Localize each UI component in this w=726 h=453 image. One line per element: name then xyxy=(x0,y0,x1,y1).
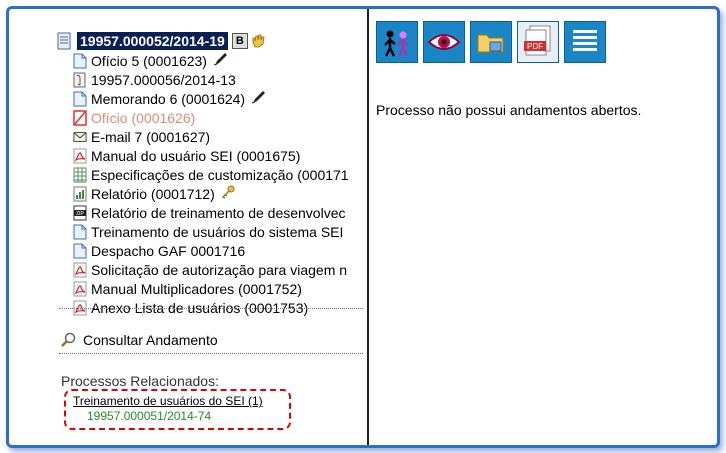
email-icon xyxy=(73,129,87,145)
svg-text:ZIP: ZIP xyxy=(76,211,84,217)
toolbar-list-button[interactable] xyxy=(564,21,606,63)
document-label[interactable]: Despacho GAF 0001716 xyxy=(91,243,245,259)
folder-icon xyxy=(477,34,504,53)
document-item[interactable]: Relatório (0001712) xyxy=(73,184,349,203)
process-tree-pane: 19957.000052/2014-19 B Ofício 5 (0001623… xyxy=(9,9,369,445)
toolbar: PDF xyxy=(376,21,606,63)
document-label[interactable]: Manual do usuário SEI (0001675) xyxy=(91,148,300,164)
consult-label[interactable]: Consultar Andamento xyxy=(83,332,218,348)
document-label[interactable]: Ofício (0001626) xyxy=(91,110,195,126)
document-item[interactable]: Despacho GAF 0001716 xyxy=(73,241,349,260)
document-item[interactable]: ZIP Relatório de treinamento de desenvolv… xyxy=(73,203,349,222)
document-item[interactable]: Manual do usuário SEI (0001675) xyxy=(73,146,349,165)
attached-process-icon xyxy=(73,72,87,88)
users-icon xyxy=(384,30,409,57)
document-label[interactable]: Treinamento de usuários do sistema SEI xyxy=(91,224,343,240)
document-item[interactable]: Especificações de customização (000171 xyxy=(73,165,349,184)
related-title: Processos Relacionados: xyxy=(61,373,219,389)
process-root[interactable]: 19957.000052/2014-19 B xyxy=(57,31,349,51)
signature-pen-icon[interactable] xyxy=(207,52,229,69)
consult-link[interactable]: Consultar Andamento xyxy=(61,332,218,348)
document-icon xyxy=(73,91,87,107)
pdf-icon xyxy=(73,262,87,278)
document-item[interactable]: Solicitação de autorização para viagem n xyxy=(73,260,349,279)
document-label[interactable]: Solicitação de autorização para viagem n xyxy=(91,262,347,278)
document-item[interactable]: E-mail 7 (0001627) xyxy=(73,127,349,146)
document-label[interactable]: E-mail 7 (0001627) xyxy=(91,129,210,145)
document-list: Ofício 5 (0001623) 19957.000056/2014-13 Me… xyxy=(57,51,349,317)
document-label[interactable]: Manual Multiplicadores (0001752) xyxy=(91,281,302,297)
toolbar-view-button[interactable] xyxy=(423,21,465,63)
related-process-number[interactable]: 19957.000051/2014-74 xyxy=(87,409,211,423)
pdf-icon xyxy=(73,281,87,297)
document-label[interactable]: Ofício 5 (0001623) xyxy=(91,53,207,69)
status-message: Processo não possui andamentos abertos. xyxy=(376,102,642,118)
canceled-icon xyxy=(73,109,87,126)
document-label[interactable]: Memorando 6 (0001624) xyxy=(91,91,245,107)
signature-pen-icon[interactable] xyxy=(245,90,267,107)
toolbar-folder-button[interactable] xyxy=(470,21,512,63)
pdf-text: PDF xyxy=(527,42,543,51)
document-icon xyxy=(73,53,87,69)
window-frame: 19957.000052/2014-19 B Ofício 5 (0001623… xyxy=(6,6,720,448)
process-icon xyxy=(57,32,71,50)
key-icon[interactable] xyxy=(215,185,237,202)
document-item[interactable]: Ofício (0001626) xyxy=(73,108,349,127)
process-tree: 19957.000052/2014-19 B Ofício 5 (0001623… xyxy=(57,31,349,317)
document-item[interactable]: Memorando 6 (0001624) xyxy=(73,89,349,108)
toolbar-pdf-button[interactable]: PDF xyxy=(517,21,559,63)
separator xyxy=(59,308,363,309)
document-label[interactable]: Relatório de treinamento de desenvolvec xyxy=(91,205,346,221)
document-item[interactable]: Manual Multiplicadores (0001752) xyxy=(73,279,349,298)
magnifier-icon xyxy=(61,332,76,347)
document-label[interactable]: Relatório (0001712) xyxy=(91,186,215,202)
separator xyxy=(59,353,363,354)
process-detail-pane: PDF Processo não possui andamentos abert… xyxy=(370,9,717,445)
eye-icon xyxy=(427,34,461,50)
process-badge[interactable]: B xyxy=(231,33,248,49)
pdf-icon xyxy=(73,148,87,164)
zip-icon: ZIP xyxy=(73,205,87,221)
toolbar-users-button[interactable] xyxy=(376,21,418,63)
hand-icon[interactable] xyxy=(251,34,265,48)
document-icon xyxy=(73,224,87,240)
document-icon xyxy=(73,243,87,259)
document-item[interactable]: Ofício 5 (0001623) xyxy=(73,51,349,70)
document-label[interactable]: 19957.000056/2014-13 xyxy=(91,72,236,88)
pdf-icon: PDF xyxy=(524,25,551,56)
related-process-type[interactable]: Treinamento de usuários do SEI (1) xyxy=(73,394,263,408)
document-item[interactable]: Treinamento de usuários do sistema SEI xyxy=(73,222,349,241)
pane-divider[interactable] xyxy=(367,9,369,445)
report-icon xyxy=(73,186,87,202)
document-item[interactable]: 19957.000056/2014-13 xyxy=(73,70,349,89)
document-label[interactable]: Especificações de customização (000171 xyxy=(91,167,349,183)
process-number[interactable]: 19957.000052/2014-19 xyxy=(77,32,228,50)
list-icon xyxy=(573,30,597,51)
spreadsheet-icon xyxy=(73,167,87,183)
